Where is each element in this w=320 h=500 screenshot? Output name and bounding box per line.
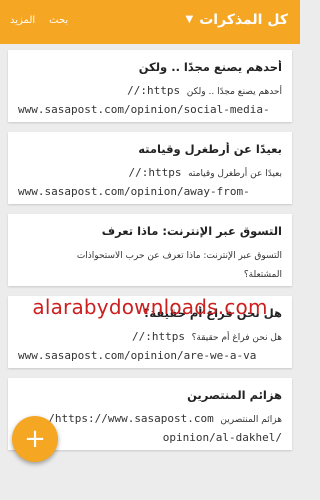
note-title: أحدهم يصنع مجدًا .. ولكن [138,60,282,74]
note-card[interactable]: أحدهم يصنع مجدًا .. ولكن أحدهم يصنع مجدً… [8,50,292,122]
note-preview-text: أحدهم يصنع مجدًا .. ولكن [186,87,282,97]
note-preview-text: بعيدًا عن أرطغرل وقيامته [188,169,282,179]
note-preview: بعيدًا عن أرطغرل وقيامته https:// www.sa… [18,164,282,200]
chevron-down-icon: ▼ [185,14,194,25]
app-bar: كل المذكرات ▼ المزيد بحث [0,0,300,44]
search-button[interactable]: بحث [49,15,68,26]
note-preview-url: https:// [128,166,182,179]
note-card[interactable]: التسوق عبر الإنترنت: ماذا تعرف التسوق عب… [8,214,292,286]
note-preview: هل نحن فراغ أم حقيقة؟ https:// www.sasap… [18,328,282,364]
note-card[interactable]: هل نحن فراغ أم حقيقة؟ هل نحن فراغ أم حقي… [8,296,292,368]
note-preview: التسوق عبر الإنترنت: ماذا تعرف عن حرب ال… [18,246,282,284]
note-preview-link: المشتعلة؟ [243,270,282,280]
note-card[interactable]: بعيدًا عن أرطغرل وقيامته بعيدًا عن أرطغر… [8,132,292,204]
note-preview-url: https://www.sasapost.com/ [48,412,214,425]
note-title: هزائم المنتصرين [187,388,282,402]
more-button[interactable]: المزيد [10,15,35,26]
notebook-selector[interactable]: كل المذكرات ▼ [186,12,288,28]
app-title: كل المذكرات [199,12,288,28]
note-preview-text: هزائم المنتصرين [220,415,282,425]
note-preview-url: https:// [132,330,185,343]
note-preview-link: www.sasapost.com/opinion/social-media- [18,103,270,116]
note-preview: أحدهم يصنع مجدًا .. ولكن https:// www.sa… [18,82,282,118]
add-note-button[interactable]: + [12,416,58,462]
note-preview-link: www.sasapost.com/opinion/away-from- [18,185,250,198]
notes-list: أحدهم يصنع مجدًا .. ولكن أحدهم يصنع مجدً… [8,50,292,460]
note-preview-url: https:// [127,84,181,97]
note-title: التسوق عبر الإنترنت: ماذا تعرف [101,224,282,238]
note-preview-text: هل نحن فراغ أم حقيقة؟ [191,333,282,343]
note-preview-link: www.sasapost.com/opinion/are-we-a-va [18,349,257,362]
note-title: بعيدًا عن أرطغرل وقيامته [138,142,282,156]
note-preview-text: التسوق عبر الإنترنت: ماذا تعرف عن حرب ال… [76,251,282,261]
plus-icon: + [24,424,46,454]
note-title: هل نحن فراغ أم حقيقة؟ [142,306,282,320]
